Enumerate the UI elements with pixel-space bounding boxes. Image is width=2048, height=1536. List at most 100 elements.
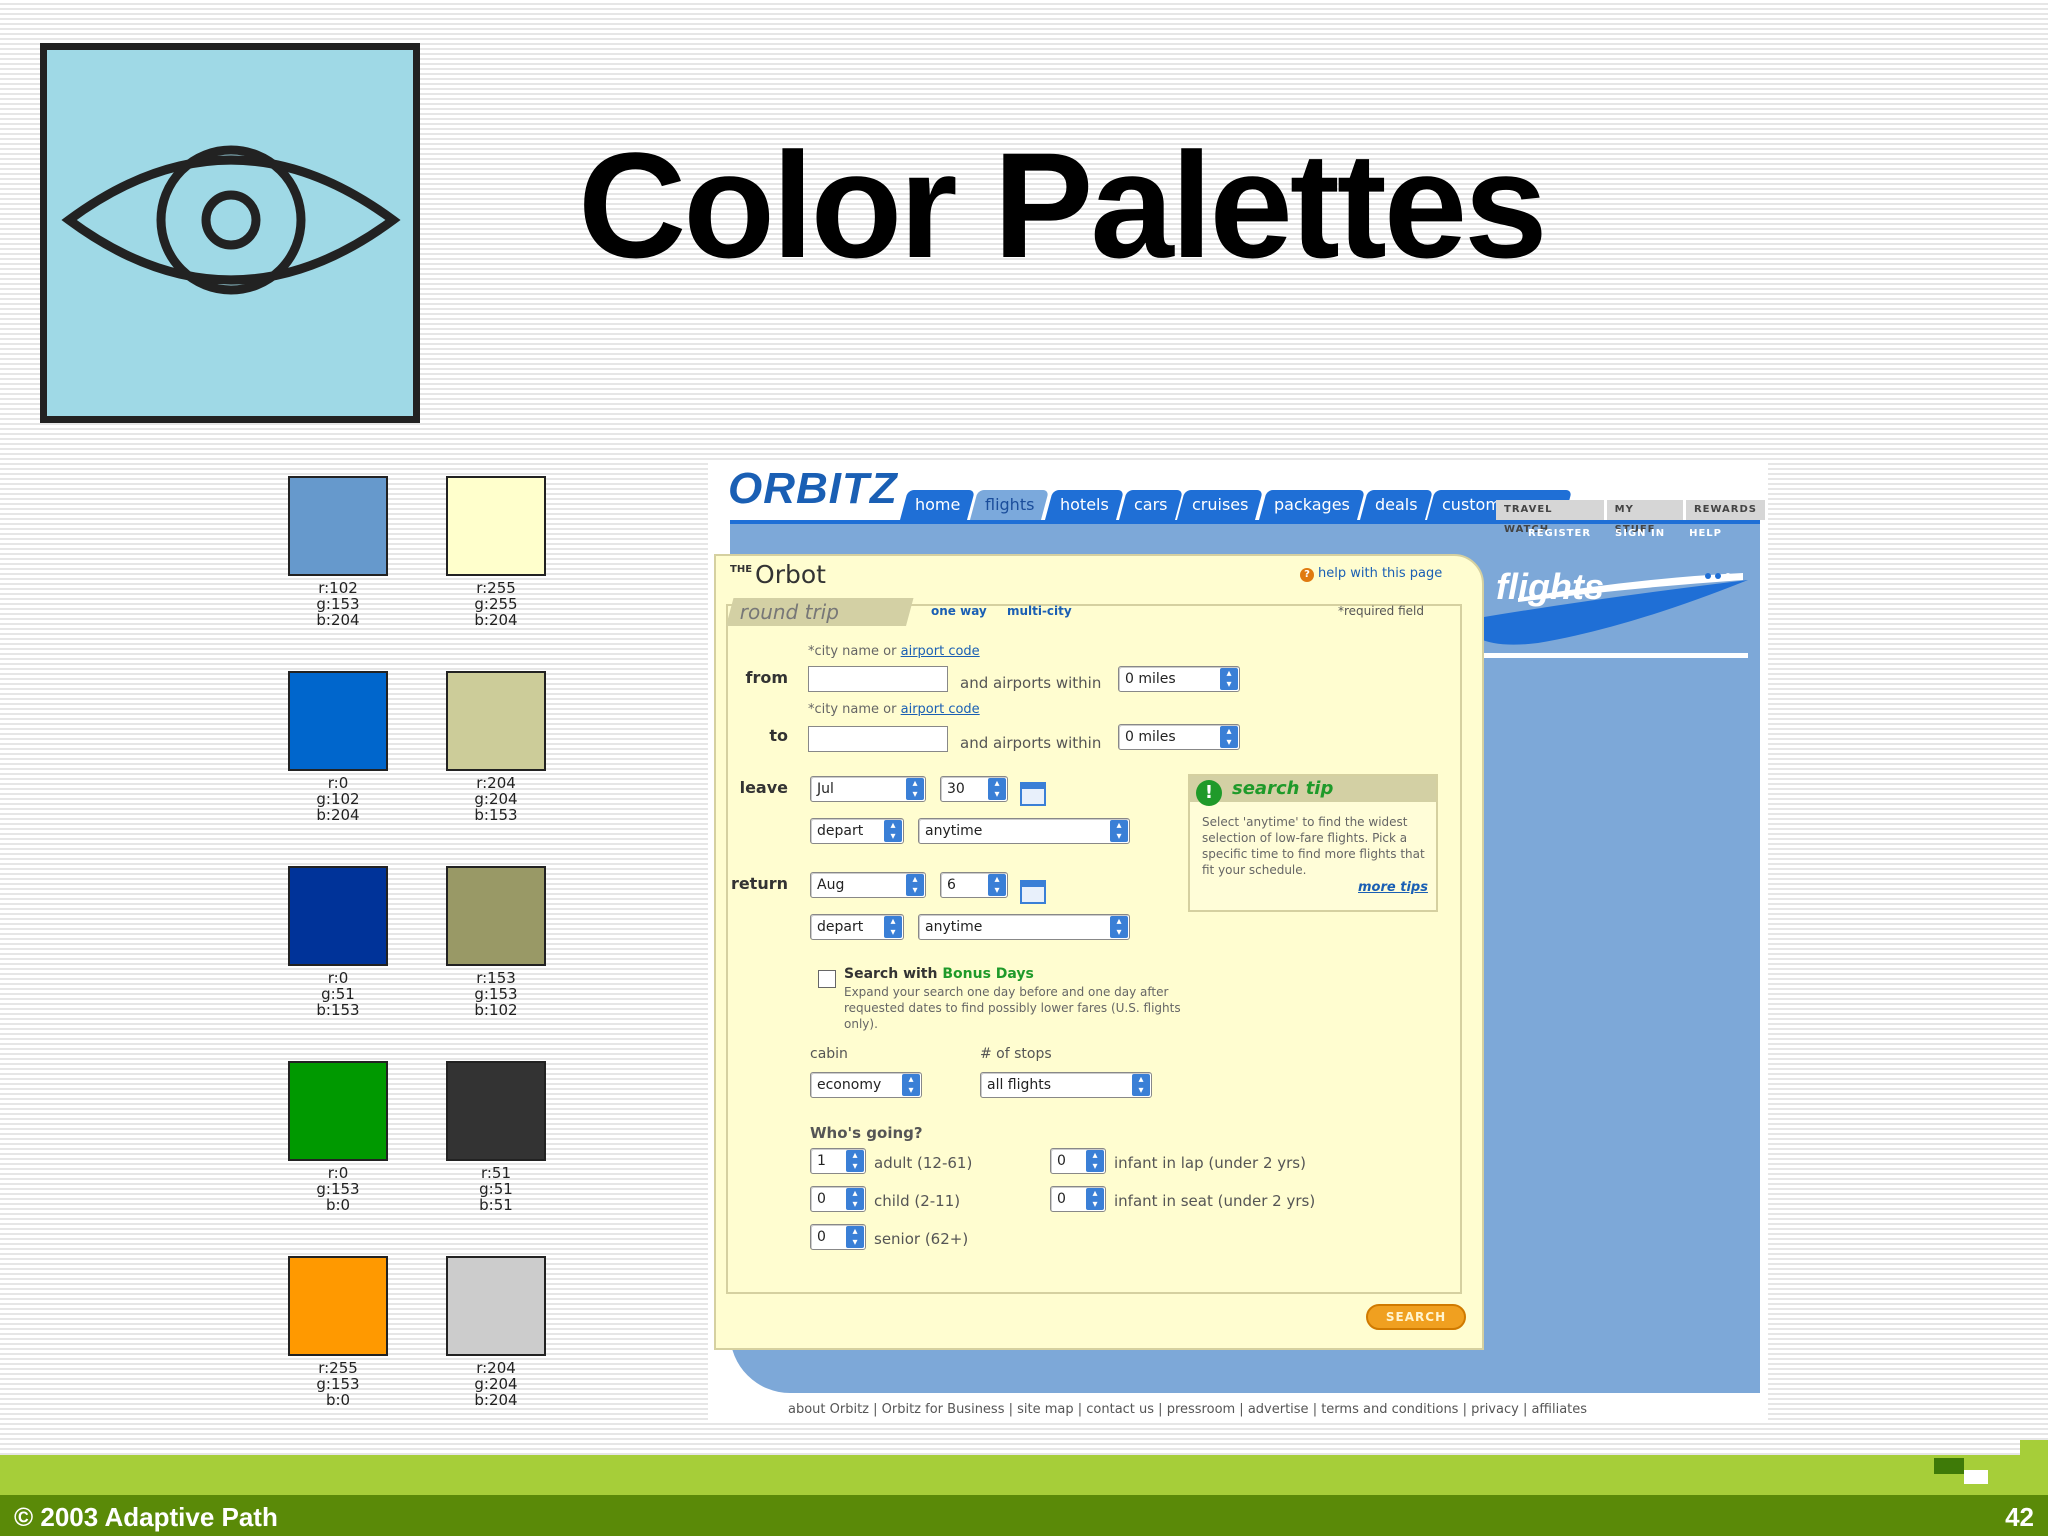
- return-depart-select[interactable]: depart ▴ ▾: [810, 914, 904, 940]
- tab-flights[interactable]: flights: [970, 490, 1050, 520]
- cabin-select[interactable]: economy ▴ ▾: [810, 1072, 922, 1098]
- footer-links[interactable]: about Orbitz | Orbitz for Business | sit…: [788, 1402, 1587, 1417]
- to-miles-select[interactable]: 0 miles ▴ ▾: [1118, 724, 1240, 750]
- infant-lap-count-select[interactable]: 0 ▴ ▾: [1050, 1148, 1106, 1174]
- child-count-select[interactable]: 0 ▴ ▾: [810, 1186, 866, 1212]
- swatch-5: [288, 866, 388, 966]
- from-within-text: and airports within: [960, 674, 1102, 692]
- tab-deals[interactable]: deals: [1359, 490, 1433, 520]
- leave-day-select[interactable]: 30 ▴ ▾: [940, 776, 1008, 802]
- round-trip-tab[interactable]: round trip: [726, 598, 914, 626]
- sign-in-link[interactable]: SIGN IN: [1615, 528, 1665, 539]
- chevron-updown-icon: ▴ ▾: [884, 820, 902, 842]
- to-label: to: [769, 726, 788, 745]
- search-tip-title: search tip: [1232, 778, 1334, 799]
- account-links: REGISTER SIGN IN HELP: [1528, 528, 1722, 539]
- chevron-updown-icon: ▴ ▾: [906, 778, 924, 800]
- chevron-updown-icon: ▴ ▾: [1220, 668, 1238, 690]
- swatch-1: [288, 476, 388, 576]
- register-link[interactable]: REGISTER: [1528, 528, 1591, 539]
- from-hint: *city name or airport code: [808, 644, 980, 659]
- from-miles-select[interactable]: 0 miles ▴ ▾: [1118, 666, 1240, 692]
- swatch-4-label: r:204 g:204 b:153: [474, 774, 518, 824]
- from-input[interactable]: [808, 666, 948, 692]
- footer-bar-light: [0, 1455, 2048, 1495]
- bonus-days-text: Expand your search one day before and on…: [844, 985, 1181, 1031]
- child-label: child (2-11): [874, 1192, 961, 1210]
- orbot-title: THE Orbot: [730, 560, 826, 589]
- search-button[interactable]: SEARCH: [1366, 1304, 1466, 1330]
- tab-cars[interactable]: cars: [1118, 490, 1183, 520]
- to-within-text: and airports within: [960, 734, 1102, 752]
- tab-cruises[interactable]: cruises: [1177, 490, 1264, 520]
- more-tips-link[interactable]: more tips: [1358, 880, 1428, 895]
- tab-travel-watch[interactable]: TRAVEL WATCH: [1496, 500, 1604, 535]
- leave-depart-select[interactable]: depart ▴ ▾: [810, 818, 904, 844]
- leave-time-select[interactable]: anytime ▴ ▾: [918, 818, 1130, 844]
- flights-banner: flights: [1478, 558, 1748, 658]
- page-number: 42: [2005, 1502, 2034, 1532]
- bonus-days-checkbox[interactable]: [818, 970, 836, 988]
- chevron-updown-icon: ▴ ▾: [846, 1226, 864, 1248]
- return-month-select[interactable]: Aug ▴ ▾: [810, 872, 926, 898]
- to-input[interactable]: [808, 726, 948, 752]
- flights-banner-text: flights: [1496, 566, 1604, 607]
- swatch-7-label: r:0 g:153 b:0: [316, 1164, 360, 1214]
- chevron-updown-icon: ▴ ▾: [1086, 1150, 1104, 1172]
- chevron-updown-icon: ▴ ▾: [846, 1150, 864, 1172]
- multi-city-link[interactable]: multi-city: [1007, 604, 1072, 618]
- eye-icon: [61, 145, 401, 295]
- swatch-10-label: r:204 g:204 b:204: [474, 1359, 518, 1409]
- adult-label: adult (12-61): [874, 1154, 973, 1172]
- infant-lap-label: infant in lap (under 2 yrs): [1114, 1154, 1306, 1172]
- swatch-5-label: r:0 g:51 b:153: [316, 969, 360, 1019]
- infant-seat-label: infant in seat (under 2 yrs): [1114, 1192, 1316, 1210]
- infant-seat-count-select[interactable]: 0 ▴ ▾: [1050, 1186, 1106, 1212]
- swatch-10: [446, 1256, 546, 1356]
- chevron-updown-icon: ▴ ▾: [1086, 1188, 1104, 1210]
- one-way-link[interactable]: one way: [931, 604, 987, 618]
- airport-code-link-to[interactable]: airport code: [901, 702, 980, 717]
- tab-rewards[interactable]: REWARDS: [1685, 500, 1765, 520]
- senior-count-select[interactable]: 0 ▴ ▾: [810, 1224, 866, 1250]
- swatch-9: [288, 1256, 388, 1356]
- stops-select[interactable]: all flights ▴ ▾: [980, 1072, 1152, 1098]
- return-label: return: [730, 874, 788, 893]
- leave-month-select[interactable]: Jul ▴ ▾: [810, 776, 926, 802]
- help-link[interactable]: HELP: [1689, 528, 1722, 539]
- swatch-3: [288, 671, 388, 771]
- footer-bar-dark: [0, 1495, 2048, 1536]
- chevron-updown-icon: ▴ ▾: [1132, 1074, 1150, 1096]
- chevron-updown-icon: ▴ ▾: [1110, 916, 1128, 938]
- swatch-4: [446, 671, 546, 771]
- adult-count-select[interactable]: 1 ▴ ▾: [810, 1148, 866, 1174]
- swatch-1-label: r:102 g:153 b:204: [316, 579, 360, 629]
- airport-code-link[interactable]: airport code: [901, 644, 980, 659]
- stops-label: # of stops: [980, 1046, 1052, 1062]
- main-tabs: home flights hotels cars cruises package…: [899, 490, 1573, 520]
- swatch-6: [446, 866, 546, 966]
- help-icon: ?: [1300, 568, 1314, 582]
- tab-my-stuff[interactable]: MY STUFF: [1606, 500, 1683, 535]
- copyright-text: © 2003 Adaptive Path: [14, 1502, 278, 1532]
- tab-hotels[interactable]: hotels: [1044, 490, 1124, 520]
- chevron-updown-icon: ▴ ▾: [988, 778, 1006, 800]
- return-day-select[interactable]: 6 ▴ ▾: [940, 872, 1008, 898]
- required-note: *required field: [1338, 604, 1424, 618]
- chevron-updown-icon: ▴ ▾: [1110, 820, 1128, 842]
- from-label: from: [745, 668, 788, 687]
- tab-home[interactable]: home: [899, 490, 976, 520]
- swatch-2: [446, 476, 546, 576]
- trip-type-links: one way multi-city: [931, 604, 1088, 618]
- decor-square: [1964, 1470, 1988, 1484]
- calendar-icon[interactable]: [1020, 880, 1046, 904]
- calendar-icon[interactable]: [1020, 782, 1046, 806]
- help-link-page[interactable]: ? help with this page: [1300, 566, 1442, 582]
- cabin-label: cabin: [810, 1046, 848, 1062]
- swatch-2-label: r:255 g:255 b:204: [474, 579, 518, 629]
- search-tip-box: ! search tip Select 'anytime' to find th…: [1188, 774, 1438, 912]
- nav-strip: [730, 520, 1760, 524]
- tab-packages[interactable]: packages: [1258, 490, 1365, 520]
- search-tip-text: Select 'anytime' to find the widest sele…: [1202, 815, 1425, 877]
- return-time-select[interactable]: anytime ▴ ▾: [918, 914, 1130, 940]
